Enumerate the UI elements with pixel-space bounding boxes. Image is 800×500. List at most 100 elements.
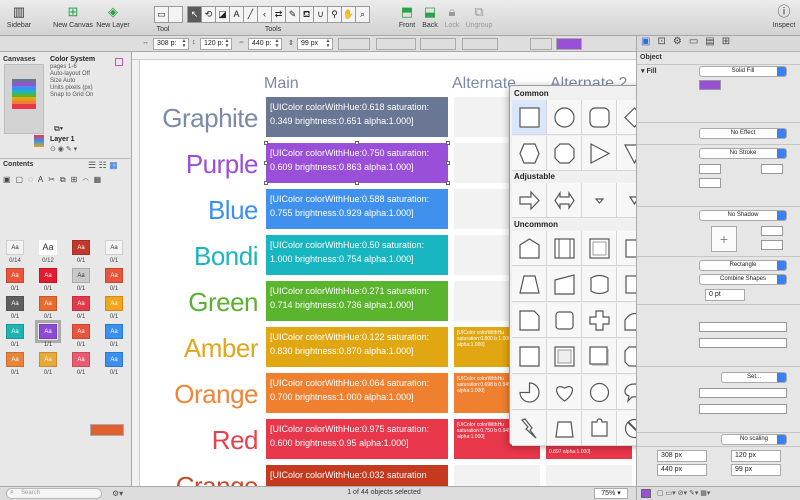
color-main-box[interactable]: [UIColor colorWithHue:0.032 saturation [266,465,448,486]
footer-fill-swatch[interactable] [641,489,651,498]
connection-tool-icon[interactable]: ⇄ [271,6,286,23]
style-swatch[interactable]: Aa [6,296,24,311]
sidebar-button[interactable]: ▥ Sidebar [4,4,34,29]
style-swatch[interactable]: Aa [105,268,123,283]
hand-tool-icon[interactable]: ✋ [341,6,356,23]
selection-handle[interactable] [446,141,450,145]
text-position-control[interactable] [699,338,787,348]
layer-name[interactable]: Layer 1 [50,136,75,143]
inspector-x-field[interactable]: 308 px [657,450,707,462]
new-canvas-button[interactable]: ⊞ New Canvas [52,4,94,29]
shape-cell[interactable] [582,375,617,410]
style-swatch[interactable]: Aa [105,324,123,339]
color-main-box[interactable]: [UIColor colorWithHue:0.122 saturation: … [266,327,448,367]
text-tool-icon[interactable]: ▭ [154,6,169,23]
stroke-pattern-field[interactable] [699,178,721,188]
shape-cell[interactable] [512,267,547,302]
shape-cell[interactable] [547,136,582,171]
canvas-tab-icon[interactable]: ▭ [689,36,705,47]
fill-toggle[interactable]: ▾ Fill [641,67,657,75]
style-swatch[interactable]: Aa [39,240,57,255]
layer-visibility-icons[interactable]: ⊙ ◉ ✎ ▾ [50,145,77,153]
shape-cell[interactable] [512,231,547,266]
inspector-height-field[interactable]: 99 px [731,464,781,476]
shape-cell[interactable] [547,303,582,338]
shape-cell[interactable] [547,183,582,218]
layers-menu-icon[interactable]: ⧉▾ [54,124,63,134]
style-swatch[interactable]: Aa [39,352,57,367]
lock-ratio-toggle[interactable] [338,38,370,50]
type-tool-icon[interactable]: A [229,6,244,23]
corner-radius-field[interactable]: 0 pt [705,289,745,301]
shadow-y-field[interactable] [761,240,783,250]
style-swatch[interactable]: Aa [72,352,90,367]
color-main-box[interactable]: [UIColor colorWithHue:0.588 saturation: … [266,189,448,229]
shape-cell[interactable] [582,339,617,374]
shape-cell[interactable] [547,375,582,410]
selection-handle[interactable] [446,161,450,165]
shape-tool-icon[interactable]: ◪ [215,6,230,23]
document-tab-icon[interactable]: ▤ [705,36,721,47]
x-field[interactable]: 308 p: ▲ ▼ [153,38,189,50]
export-tab-icon[interactable]: ⊞ [722,36,737,47]
shape-cell[interactable] [547,231,582,266]
style-swatch[interactable] [90,424,124,436]
color-main-box[interactable]: [UIColor colorWithHue:0.618 saturation: … [266,97,448,137]
shadow-x-field[interactable] [761,226,783,236]
stroke-color-well[interactable] [699,164,721,174]
style-swatch[interactable]: Aa [72,324,90,339]
content-filter-icons[interactable]: ▣▢◌A✂⧉⊞⌒▦ [3,175,106,185]
color-row-name[interactable]: Blue [208,195,259,226]
style-swatch[interactable]: Aa [6,352,24,367]
style-brush-icon[interactable]: ⛾ [299,6,314,23]
color-main-box[interactable]: [UIColor colorWithHue:0.271 saturation: … [266,281,448,321]
zoom-tool-icon[interactable]: ⌕ [355,6,370,23]
inspector-width-field[interactable]: 440 px [657,464,707,476]
y-stepper-icon[interactable]: ▲ ▼ [223,39,231,49]
style-swatch[interactable]: Aa [105,296,123,311]
effect-select[interactable]: No Effect [699,128,787,139]
image-offset-control[interactable] [699,404,787,414]
back-button[interactable]: ⬓ Back [419,4,441,29]
fill-type-select[interactable]: Solid Fill [699,66,787,77]
shadow-offset-control[interactable]: + [711,226,737,252]
inspect-button[interactable]: ⓘ Inspect [770,4,798,29]
shape-cell[interactable] [582,100,617,135]
shape-cell[interactable] [512,339,547,374]
shape-cell[interactable] [582,231,617,266]
color-row-name[interactable]: Graphite [162,103,258,134]
align-control[interactable] [376,38,416,50]
shadow-select[interactable]: No Shadow [699,210,787,221]
stamp-tool-icon[interactable]: ⚲ [327,6,342,23]
zoom-select[interactable]: 75% ▾ [594,488,628,499]
height-field[interactable]: 99 px ▲ ▼ [297,38,333,50]
shape-select[interactable]: Rectangle [699,260,787,271]
color-alternate-box[interactable] [454,465,540,486]
fill-color-well[interactable] [556,38,582,50]
grid-control[interactable] [530,38,552,50]
selection-handle[interactable] [264,181,268,185]
stroke-width-field[interactable] [761,164,783,174]
text-align-control[interactable] [699,322,787,332]
prev-tool-icon[interactable]: ‹ [257,6,272,23]
color-main-box[interactable]: [UIColor colorWithHue:0.750 saturation: … [266,143,448,183]
settings-tab-icon[interactable]: ⚙ [673,36,689,47]
width-stepper-icon[interactable]: ▲ ▼ [273,39,281,49]
line-tool-icon[interactable]: ╱ [243,6,258,23]
shape-cell[interactable] [512,303,547,338]
view-mode-icons[interactable]: ☰ ☷ ▦ [88,160,118,171]
shape-cell[interactable] [582,183,617,218]
color-row-name[interactable]: Red [212,425,259,456]
selection-handle[interactable] [355,181,359,185]
inspector-tabs[interactable]: ▣⊡⚙▭▤⊞ [637,36,800,52]
combine-shapes-select[interactable]: Combine Shapes [699,274,787,285]
shape-cell[interactable] [582,411,617,446]
height-stepper-icon[interactable]: ▲ ▼ [324,39,332,49]
style-swatch[interactable]: Aa [105,352,123,367]
selection-handle[interactable] [264,161,268,165]
magnet-tool-icon[interactable]: ∪ [313,6,328,23]
gear-icon[interactable]: ⚙▾ [112,489,123,498]
style-swatch[interactable]: Aa [6,268,24,283]
x-stepper-icon[interactable]: ▲ ▼ [180,39,188,49]
ungroup-button[interactable]: ⧉ Ungroup [462,4,496,29]
